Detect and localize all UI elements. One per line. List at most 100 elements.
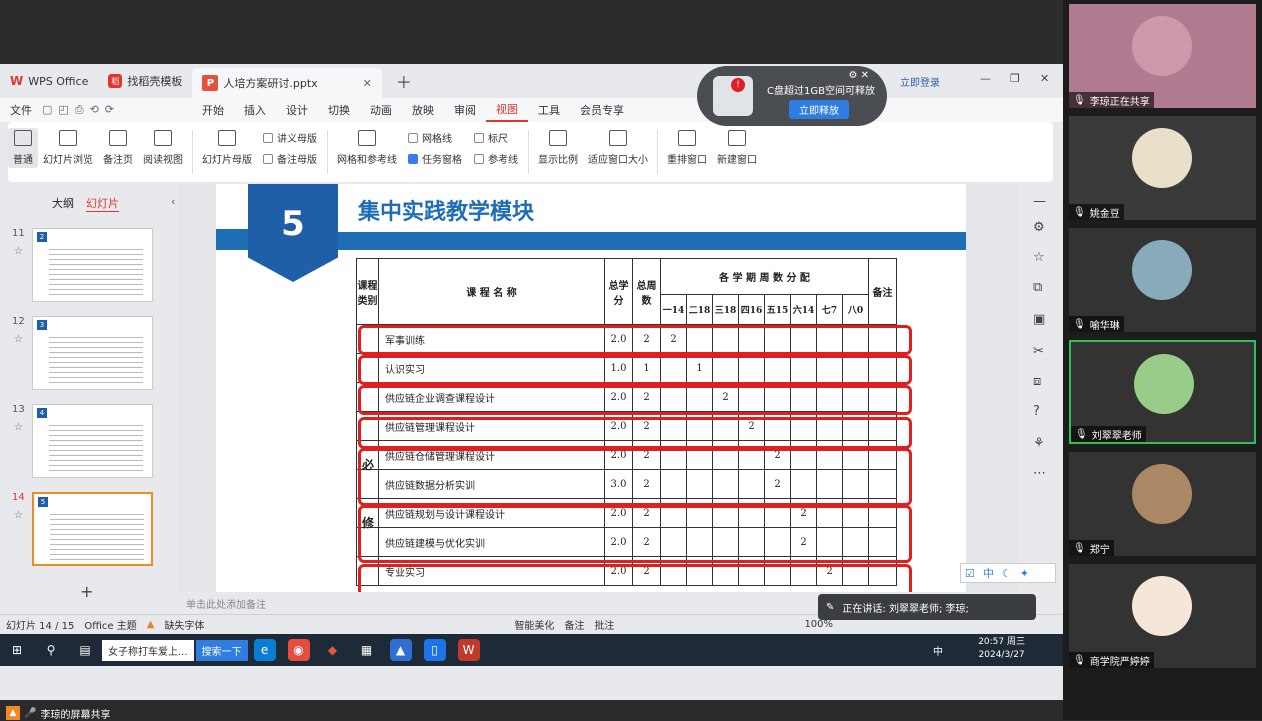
- file-icon[interactable]: ▦: [356, 639, 378, 661]
- slide-canvas[interactable]: 5 集中实践教学模块 课程类别 课 程 名 称 总学分 总周数 各 学 期 周 …: [178, 184, 1018, 592]
- slide-number: 13: [12, 404, 25, 415]
- notes-toggle[interactable]: 备注: [564, 617, 584, 632]
- close-icon[interactable]: ⚙ ✕: [848, 70, 869, 81]
- minus-icon[interactable]: —: [1033, 194, 1046, 209]
- notes-master-button[interactable]: 备注母版: [263, 151, 317, 166]
- tab-document[interactable]: P 人培方案研讨.pptx ✕: [192, 68, 382, 98]
- system-clock[interactable]: 20:57 周三 2024/3/27: [978, 636, 1025, 662]
- settings-icon[interactable]: ✦: [1020, 567, 1029, 580]
- zoom-button[interactable]: 显示比例: [533, 130, 583, 166]
- add-tab-icon[interactable]: ＋: [396, 69, 412, 93]
- participant-tile[interactable]: 🎙 喻华琳: [1069, 228, 1256, 332]
- button-label: 讲义母版: [277, 134, 317, 145]
- star-icon[interactable]: ☆: [1033, 250, 1045, 265]
- ime-mode[interactable]: 中: [983, 565, 994, 581]
- search-button[interactable]: 搜索一下: [195, 639, 248, 661]
- more-icon[interactable]: ⋯: [1033, 466, 1046, 481]
- chrome-icon[interactable]: ◉: [287, 639, 310, 661]
- tab-slides[interactable]: 幻灯片: [86, 195, 119, 212]
- zoom-level[interactable]: 100%: [804, 619, 833, 630]
- participant-tile[interactable]: 🎙 郑宁: [1069, 452, 1256, 556]
- login-link[interactable]: 立即登录: [900, 74, 940, 89]
- header-term-distribution: 各 学 期 周 数 分 配: [660, 258, 869, 295]
- normal-view-icon: [14, 130, 32, 146]
- divider: [528, 130, 529, 174]
- menu-item-tools[interactable]: 工具: [528, 98, 570, 122]
- ruler-checkbox[interactable]: 标尺: [474, 130, 518, 145]
- ime-icon[interactable]: ☑: [965, 567, 975, 580]
- adjust-icon[interactable]: ⚙: [1033, 220, 1045, 235]
- ime-language[interactable]: 中: [933, 643, 943, 658]
- add-slide-icon[interactable]: +: [80, 582, 93, 601]
- meeting-icon[interactable]: ▯: [423, 639, 446, 661]
- menu-item-slideshow[interactable]: 放映: [402, 98, 444, 122]
- reading-view-button[interactable]: 阅读视图: [138, 130, 188, 166]
- photos-icon[interactable]: ▲: [389, 639, 412, 661]
- grid-guides-button[interactable]: 网格和参考线: [332, 130, 402, 166]
- handout-master-button[interactable]: 讲义母版: [263, 130, 317, 145]
- comment-toggle[interactable]: 批注: [594, 617, 614, 632]
- slide-thumbnail[interactable]: 11 ☆ 2: [8, 228, 158, 308]
- moon-icon[interactable]: ☾: [1002, 567, 1012, 580]
- slide-sorter-button[interactable]: 幻灯片浏览: [38, 130, 98, 166]
- participant-tile[interactable]: 🎙 李琼正在共享: [1069, 4, 1256, 108]
- tab-template[interactable]: 稻找稻壳模板: [98, 68, 192, 94]
- menu-item-insert[interactable]: 插入: [234, 98, 276, 122]
- notes-page-button[interactable]: 备注页: [98, 130, 138, 166]
- normal-view-button[interactable]: 普通: [8, 128, 38, 168]
- thumbnail-image: 3: [32, 316, 153, 390]
- wps-taskbar-icon[interactable]: W: [457, 639, 480, 661]
- menu-item-transition[interactable]: 切换: [318, 98, 360, 122]
- menu-item-design[interactable]: 设计: [276, 98, 318, 122]
- tab-wps-office[interactable]: W WPS Office: [0, 68, 98, 94]
- guides-checkbox[interactable]: 参考线: [474, 151, 518, 166]
- clock-time: 20:57 周三: [978, 637, 1025, 647]
- news-widget[interactable]: 女子称打车爱上...: [102, 639, 194, 661]
- participant-tile[interactable]: 🎙 商学院严婷婷: [1069, 564, 1256, 668]
- mic-icon: 🎙: [1073, 654, 1086, 666]
- bookmark-icon[interactable]: ⧈: [1033, 374, 1041, 389]
- new-window-button[interactable]: 新建窗口: [712, 130, 762, 166]
- release-button[interactable]: 立即释放: [789, 100, 849, 119]
- copy-icon[interactable]: ⧉: [1033, 280, 1042, 295]
- collapse-icon[interactable]: ‹: [171, 195, 175, 212]
- shirt-icon[interactable]: ⚘: [1033, 436, 1045, 451]
- slide-thumbnail-current[interactable]: 14 ☆ 5: [8, 492, 158, 572]
- quick-access-icons[interactable]: ▢◰⎙⟲⟳: [42, 103, 192, 117]
- participant-tile[interactable]: 🎙 姚金豆: [1069, 116, 1256, 220]
- arrange-window-button[interactable]: 重排窗口: [662, 130, 712, 166]
- tab-outline[interactable]: 大纲: [52, 195, 74, 212]
- fit-window-button[interactable]: 适应窗口大小: [583, 130, 653, 166]
- app-icon[interactable]: ◆: [322, 639, 344, 661]
- beautify-button[interactable]: 智能美化: [514, 617, 554, 632]
- close-icon[interactable]: ✕: [363, 77, 372, 90]
- search-icon[interactable]: ⚲: [40, 639, 62, 661]
- menu-item-file[interactable]: 文件: [0, 98, 42, 122]
- help-icon[interactable]: ?: [1033, 404, 1040, 419]
- menu-item-animation[interactable]: 动画: [360, 98, 402, 122]
- windows-start-icon[interactable]: ⊞: [6, 639, 28, 661]
- menu-item-member[interactable]: 会员专享: [570, 98, 634, 122]
- menu-item-view[interactable]: 视图: [486, 98, 528, 122]
- slide-thumbnail[interactable]: 13 ☆ 4: [8, 404, 158, 484]
- slide-thumbnail[interactable]: 12 ☆ 3: [8, 316, 158, 396]
- task-pane-checkbox[interactable]: 任务窗格: [408, 151, 462, 166]
- edge-icon[interactable]: e: [253, 639, 276, 661]
- tools-icon[interactable]: ✂: [1033, 344, 1044, 359]
- image-icon[interactable]: ▣: [1033, 312, 1045, 327]
- task-view-icon[interactable]: ▤: [74, 639, 96, 661]
- gridlines-checkbox[interactable]: 网格线: [408, 130, 462, 145]
- ime-toolbar[interactable]: ☑ 中 ☾ ✦: [960, 563, 1056, 583]
- minimize-icon[interactable]: —: [980, 72, 991, 85]
- menu-item-review[interactable]: 审阅: [444, 98, 486, 122]
- window-close-icon[interactable]: ✕: [1040, 72, 1049, 85]
- slide-title[interactable]: 集中实践教学模块: [358, 194, 534, 226]
- mic-icon: 🎙: [1075, 428, 1088, 440]
- participant-tile[interactable]: 🎙 刘翠翠老师: [1069, 340, 1256, 444]
- theme-name[interactable]: Office 主题: [84, 617, 136, 632]
- slide-master-button[interactable]: 幻灯片母版: [197, 130, 257, 166]
- menu-item-home[interactable]: 开始: [192, 98, 234, 122]
- missing-font[interactable]: 缺失字体: [164, 617, 204, 632]
- alert-icon: !: [731, 78, 745, 92]
- restore-icon[interactable]: ❐: [1010, 72, 1020, 85]
